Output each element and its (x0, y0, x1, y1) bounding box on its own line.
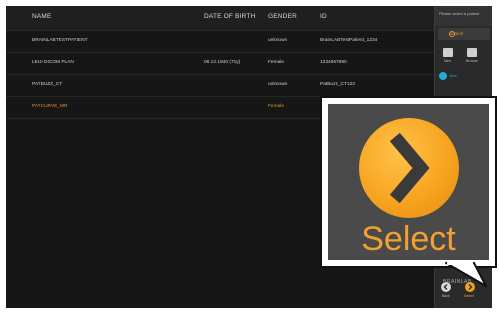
callout-pointer (445, 262, 487, 287)
cell-gender: unknown (268, 38, 288, 43)
sidebar-header: Please select a patient (435, 6, 492, 26)
view-icon[interactable] (439, 72, 447, 80)
search-button[interactable]: Search (438, 28, 490, 40)
select-callout: Select (320, 96, 497, 268)
browse-label: Browse (466, 59, 478, 63)
column-dob-header[interactable]: DATE OF BIRTH (204, 13, 255, 20)
column-name-header[interactable]: NAME (32, 13, 52, 20)
cell-gender: unknown (268, 82, 288, 87)
cell-gender: Female (268, 104, 284, 109)
column-gender-header[interactable]: GENDER (268, 13, 297, 20)
cell-id: 1234567890 (320, 60, 347, 65)
table-row[interactable]: BRAINLABTESTPATIENT unknown BrainLABTest… (6, 31, 434, 53)
cell-name: PATCURVE_MR (32, 104, 68, 109)
callout-zoom: Select (328, 104, 489, 260)
new-patient-icon[interactable] (443, 48, 453, 57)
cell-name: PATBUZZ_CT (32, 82, 63, 87)
new-patient-label: New (444, 59, 452, 63)
cell-name: LEUI DICOM PLAN (32, 60, 74, 65)
cell-name: BRAINLABTESTPATIENT (32, 38, 88, 43)
browse-icon[interactable] (467, 48, 477, 57)
view-label: View (449, 74, 457, 78)
table-header: NAME DATE OF BIRTH GENDER ID (6, 6, 434, 31)
callout-select-label: Select (361, 220, 456, 258)
table-row[interactable]: PATBUZZ_CT unknown PatBuzz_CT123 (6, 75, 434, 97)
column-id-header[interactable]: ID (320, 13, 327, 20)
cell-gender: Female (268, 60, 284, 65)
cell-id: PatBuzz_CT123 (320, 82, 355, 87)
select-arrow-icon[interactable] (359, 118, 459, 218)
sidebar-instruction: Please select a patient (439, 11, 480, 16)
cell-dob: 06.12.1940 (71y) (204, 60, 241, 65)
search-label: Search (449, 31, 464, 36)
cell-id: BrainLABTestPatient_1234 (320, 38, 378, 43)
table-row[interactable]: LEUI DICOM PLAN 06.12.1940 (71y) Female … (6, 53, 434, 75)
select-label: Select (464, 294, 474, 298)
back-label: Back (442, 294, 450, 298)
